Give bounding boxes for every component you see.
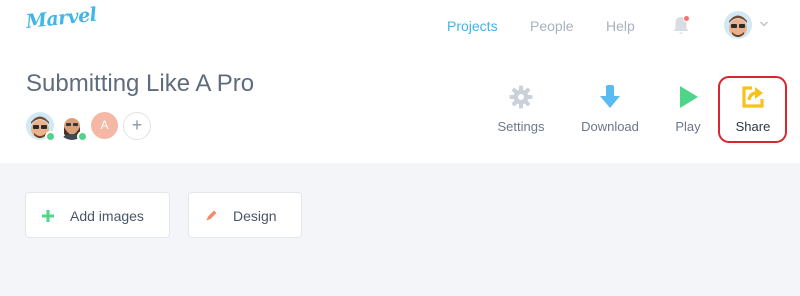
collaborator-initial-avatar[interactable]: A bbox=[91, 112, 118, 139]
download-icon bbox=[600, 85, 620, 108]
marvel-logo[interactable]: Marvel bbox=[25, 4, 98, 33]
settings-label: Settings bbox=[497, 119, 545, 134]
user-avatar[interactable] bbox=[724, 11, 752, 39]
play-icon bbox=[680, 86, 698, 108]
share-icon bbox=[742, 86, 764, 108]
top-bar: Marvel Projects People Help bbox=[0, 0, 800, 54]
share-button[interactable]: Share bbox=[728, 80, 778, 142]
nav-projects[interactable]: Projects bbox=[447, 18, 498, 34]
settings-button[interactable]: Settings bbox=[491, 80, 551, 142]
pencil-icon bbox=[206, 210, 217, 221]
notification-dot bbox=[683, 15, 690, 22]
project-title: Submitting Like A Pro bbox=[26, 70, 255, 97]
play-button[interactable]: Play bbox=[668, 80, 708, 142]
download-label: Download bbox=[581, 119, 639, 134]
online-indicator bbox=[77, 131, 88, 142]
design-button[interactable]: Design bbox=[188, 192, 302, 238]
add-images-label: Add images bbox=[70, 208, 144, 224]
gear-icon bbox=[509, 85, 533, 109]
online-indicator bbox=[45, 131, 56, 142]
share-label: Share bbox=[735, 119, 771, 134]
plus-icon bbox=[42, 210, 54, 222]
chevron-down-icon[interactable] bbox=[759, 20, 769, 28]
add-images-button[interactable]: Add images bbox=[25, 192, 170, 238]
add-collaborator-button[interactable]: + bbox=[123, 112, 151, 140]
nav-help[interactable]: Help bbox=[606, 18, 635, 34]
nav-people[interactable]: People bbox=[530, 18, 574, 34]
download-button[interactable]: Download bbox=[578, 80, 642, 142]
play-label: Play bbox=[675, 119, 701, 134]
design-label: Design bbox=[233, 208, 277, 224]
